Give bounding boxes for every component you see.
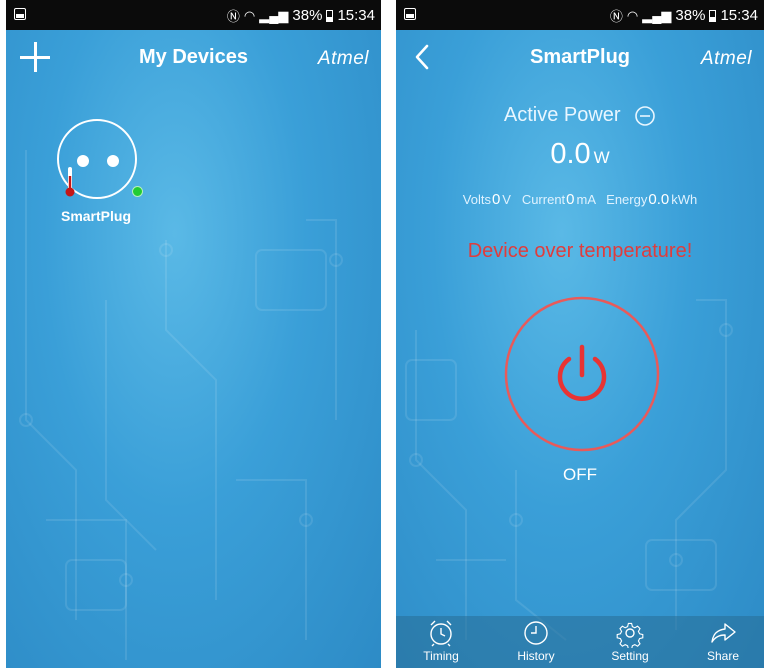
energy-label: Energy — [606, 192, 648, 207]
status-bar: Ⓝ ◠ ▂▄▆ 38% 15:34 — [396, 0, 764, 30]
power-value: 0.0 — [550, 138, 591, 170]
online-status-dot — [132, 186, 143, 197]
screenshot-notification-icon — [404, 8, 416, 20]
signal-icon: ▂▄▆ — [642, 7, 672, 23]
alarm-clock-icon — [430, 620, 452, 647]
clock-icon — [524, 621, 548, 645]
current-unit: mA — [576, 192, 596, 207]
clock-time: 15:34 — [720, 7, 758, 24]
battery-percent: 38% — [675, 7, 706, 24]
device-name: SmartPlug — [60, 208, 131, 224]
tab-label: Setting — [611, 649, 649, 663]
battery-percent: 38% — [292, 7, 323, 24]
current-value: 0 — [566, 191, 575, 208]
screenshot-notification-icon — [14, 8, 26, 20]
smartplug-detail-screen: Ⓝ ◠ ▂▄▆ 38% 15:34 SmartPlug Atmel Active… — [396, 0, 764, 668]
tab-history[interactable]: History — [501, 618, 571, 663]
wifi-icon: ◠ — [243, 7, 256, 23]
battery-icon — [326, 9, 334, 22]
power-reading: 0.0 W — [396, 138, 764, 171]
energy-unit: kWh — [671, 192, 698, 207]
volts-value: 0 — [491, 191, 501, 208]
current-label: Current — [521, 192, 566, 207]
tab-timing[interactable]: Timing — [406, 618, 476, 663]
volts-label: Volts — [462, 192, 491, 207]
app-bar: SmartPlug Atmel — [396, 30, 764, 86]
active-power-header: Active Power — [396, 104, 764, 127]
thermometer-icon — [65, 167, 75, 197]
bottom-tab-bar: Timing History Setting Share — [396, 616, 764, 668]
app-bar: My Devices Atmel — [6, 30, 381, 86]
clock-time: 15:34 — [337, 7, 375, 24]
power-toggle-button[interactable] — [503, 295, 661, 453]
signal-icon: ▂▄▆ — [259, 7, 289, 23]
nfc-icon: Ⓝ — [609, 9, 623, 24]
wifi-icon: ◠ — [626, 7, 639, 23]
volts-unit: V — [502, 192, 511, 207]
tab-setting[interactable]: Setting — [595, 618, 665, 663]
atmel-logo: Atmel — [317, 48, 369, 69]
over-temperature-warning: Device over temperature! — [467, 240, 693, 262]
my-devices-screen: Ⓝ ◠ ▂▄▆ 38% 15:34 My Devices Atmel Smart… — [6, 0, 381, 668]
battery-icon — [709, 9, 717, 22]
status-bar: Ⓝ ◠ ▂▄▆ 38% 15:34 — [6, 0, 381, 30]
metrics-row: Volts0 V Current0 mA Energy0.0 kWh — [396, 191, 764, 208]
collapse-icon[interactable] — [634, 105, 656, 127]
device-tile-smartplug[interactable]: SmartPlug — [54, 116, 143, 228]
tab-label: Timing — [423, 649, 459, 663]
atmel-logo: Atmel — [700, 48, 752, 69]
active-power-label: Active Power — [503, 104, 621, 127]
power-icon — [557, 344, 607, 401]
power-unit: W — [593, 148, 610, 167]
tab-label: Share — [706, 649, 740, 663]
gear-icon — [616, 622, 644, 648]
energy-value: 0.0 — [648, 191, 670, 208]
power-state-label: OFF — [563, 465, 597, 484]
share-icon — [711, 623, 736, 643]
tab-share[interactable]: Share — [688, 618, 758, 663]
circuit-background — [19, 150, 343, 660]
tab-label: History — [517, 649, 555, 663]
nfc-icon: Ⓝ — [226, 9, 240, 24]
